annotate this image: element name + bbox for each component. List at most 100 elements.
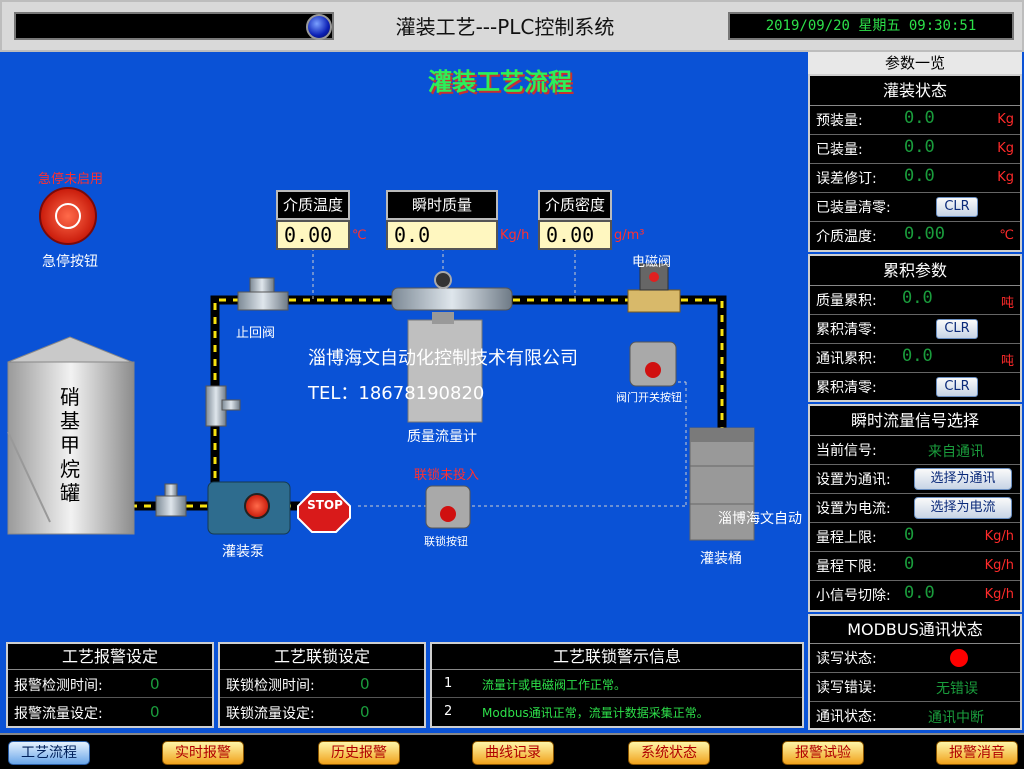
alarm-detect-time-value[interactable]: 0 [150, 675, 160, 693]
medium-temp-unit: ℃ [999, 228, 1014, 243]
mass-accum-value: 0.0 [902, 288, 933, 308]
interlock-settings-title: 工艺联锁设定 [220, 644, 424, 670]
modbus-panel: MODBUS通讯状态 读写状态: 读写错误: 无错误 通讯状态: 通讯中断 [808, 614, 1022, 730]
nav-alarm-test[interactable]: 报警试验 [782, 741, 864, 765]
small-signal-cut-unit: Kg/h [984, 587, 1014, 602]
filling-state-title: 灌装状态 [810, 76, 1020, 106]
preload-key: 预装量: [816, 113, 863, 129]
filling-state-panel: 灌装状态 预装量: 0.0 Kg 已装量: 0.0 Kg 误差修订: 0.0 K… [808, 74, 1022, 252]
status-light-icon [306, 14, 332, 40]
row-set-current: 设置为电流: 选择为电流 [810, 494, 1020, 523]
medium-temp-key: 介质温度: [816, 229, 877, 245]
filling-pump[interactable] [207, 481, 291, 535]
param-temperature-value: 0.00 [276, 220, 350, 250]
watermark-company: 淄博海文自动化控制技术有限公司 [308, 348, 578, 369]
comm-accum-unit: 吨 [1000, 354, 1014, 369]
param-density-value: 0.00 [538, 220, 612, 250]
current-signal-key: 当前信号: [816, 443, 877, 459]
row-loaded-clear: 已装量清零: CLR [810, 193, 1020, 222]
alarm-detect-time-key: 报警检测时间: [14, 678, 103, 694]
message-row: 1 流量计或电磁阀工作正常。 [432, 670, 802, 698]
row-interlock-detect-time: 联锁检测时间: 0 [220, 670, 424, 698]
select-comm-button[interactable]: 选择为通讯 [914, 468, 1012, 490]
accum-clear-2-key: 累积清零: [816, 380, 877, 396]
message-row: 2 Modbus通讯正常，流量计数据采集正常。 [432, 698, 802, 726]
nav-alarm-mute[interactable]: 报警消音 [936, 741, 1018, 765]
message-number: 2 [444, 704, 453, 719]
interlock-messages-title: 工艺联锁警示信息 [432, 644, 802, 670]
message-text: Modbus通讯正常，流量计数据采集正常。 [482, 706, 709, 720]
vertical-valve[interactable] [205, 385, 241, 427]
estop-status: 急停未启用 [38, 172, 104, 187]
interlock-settings-panel: 工艺联锁设定 联锁检测时间: 0 联锁流量设定: 0 [218, 642, 426, 728]
row-small-signal-cut: 小信号切除: 0.0 Kg/h [810, 581, 1020, 610]
row-interlock-flow-set: 联锁流量设定: 0 [220, 698, 424, 726]
loaded-clear-key: 已装量清零: [816, 200, 891, 216]
rw-error-value: 无错误 [936, 681, 978, 697]
comm-status-key: 通讯状态: [816, 709, 877, 725]
check-valve-label: 止回阀 [236, 326, 276, 341]
pump-label: 灌装泵 [222, 544, 264, 560]
set-comm-key: 设置为通讯: [816, 472, 891, 488]
select-current-button[interactable]: 选择为电流 [914, 497, 1012, 519]
range-lower-key: 量程下限: [816, 559, 877, 575]
rw-error-key: 读写错误: [816, 680, 877, 696]
accum-clear-2-button[interactable]: CLR [936, 377, 978, 397]
param-density-header: 介质密度 [538, 190, 612, 220]
interlock-button[interactable] [425, 485, 471, 529]
loaded-unit: Kg [997, 141, 1014, 156]
error-correction-key: 误差修订: [816, 171, 877, 187]
valve-switch-label: 阀门开关按钮 [616, 391, 682, 404]
range-lower-unit: Kg/h [984, 558, 1014, 573]
emergency-stop-button[interactable] [39, 187, 97, 245]
signal-select-panel: 瞬时流量信号选择 当前信号: 来自通讯 设置为通讯: 选择为通讯 设置为电流: … [808, 404, 1022, 612]
nav-realtime-alarm[interactable]: 实时报警 [162, 741, 244, 765]
row-range-upper: 量程上限: 0 Kg/h [810, 523, 1020, 552]
accum-clear-1-button[interactable]: CLR [936, 319, 978, 339]
interlock-button-label: 联锁按钮 [424, 535, 468, 548]
interlock-flow-set-key: 联锁流量设定: [226, 706, 315, 722]
watermark-small: 淄博海文自动 [718, 511, 802, 527]
range-upper-key: 量程上限: [816, 530, 877, 546]
nav-system-status[interactable]: 系统状态 [628, 741, 710, 765]
message-number: 1 [444, 676, 453, 691]
interlock-detect-time-value[interactable]: 0 [360, 675, 370, 693]
row-medium-temp: 介质温度: 0.00 ℃ [810, 222, 1020, 251]
row-rw-status: 读写状态: [810, 644, 1020, 673]
row-rw-error: 读写错误: 无错误 [810, 673, 1020, 702]
row-comm-accum: 通讯累积: 0.0 吨 [810, 344, 1020, 373]
set-current-key: 设置为电流: [816, 501, 891, 517]
row-accum-clear-1: 累积清零: CLR [810, 315, 1020, 344]
nav-bar: 工艺流程 实时报警 历史报警 曲线记录 系统状态 报警试验 报警消音 [0, 733, 1024, 769]
mass-accum-unit: 吨 [1000, 296, 1014, 311]
row-mass-accum: 质量累积: 0.0 吨 [810, 286, 1020, 315]
comm-status-value: 通讯中断 [928, 710, 984, 726]
comm-accum-value: 0.0 [902, 346, 933, 366]
error-correction-value: 0.0 [904, 166, 935, 186]
solenoid-valve[interactable] [627, 263, 681, 313]
alarm-flow-set-value[interactable]: 0 [150, 703, 160, 721]
valve-switch-button[interactable] [629, 341, 677, 387]
row-alarm-flow-set: 报警流量设定: 0 [8, 698, 212, 726]
loaded-clear-button[interactable]: CLR [936, 197, 978, 217]
rw-status-key: 读写状态: [816, 651, 877, 667]
row-loaded: 已装量: 0.0 Kg [810, 135, 1020, 164]
title-bar-left-panel [14, 12, 334, 40]
interlock-messages-panel: 工艺联锁警示信息 1 流量计或电磁阀工作正常。 2 Modbus通讯正常，流量计… [430, 642, 804, 728]
nav-trend-record[interactable]: 曲线记录 [472, 741, 554, 765]
alarm-flow-set-key: 报警流量设定: [14, 706, 103, 722]
current-signal-value: 来自通讯 [928, 444, 984, 460]
signal-select-title: 瞬时流量信号选择 [810, 406, 1020, 436]
param-instant-mass-unit: Kg/h [500, 228, 530, 243]
row-preload: 预装量: 0.0 Kg [810, 106, 1020, 135]
nav-process-flow[interactable]: 工艺流程 [8, 741, 90, 765]
flowmeter-label: 质量流量计 [407, 429, 477, 445]
range-upper-value: 0 [904, 525, 915, 545]
nav-history-alarm[interactable]: 历史报警 [318, 741, 400, 765]
error-correction-unit: Kg [997, 170, 1014, 185]
check-valve[interactable] [237, 277, 289, 311]
interlock-detect-time-key: 联锁检测时间: [226, 678, 315, 694]
inlet-valve[interactable] [155, 483, 187, 517]
tank-label: 硝基甲烷罐 [60, 385, 80, 505]
interlock-flow-set-value[interactable]: 0 [360, 703, 370, 721]
